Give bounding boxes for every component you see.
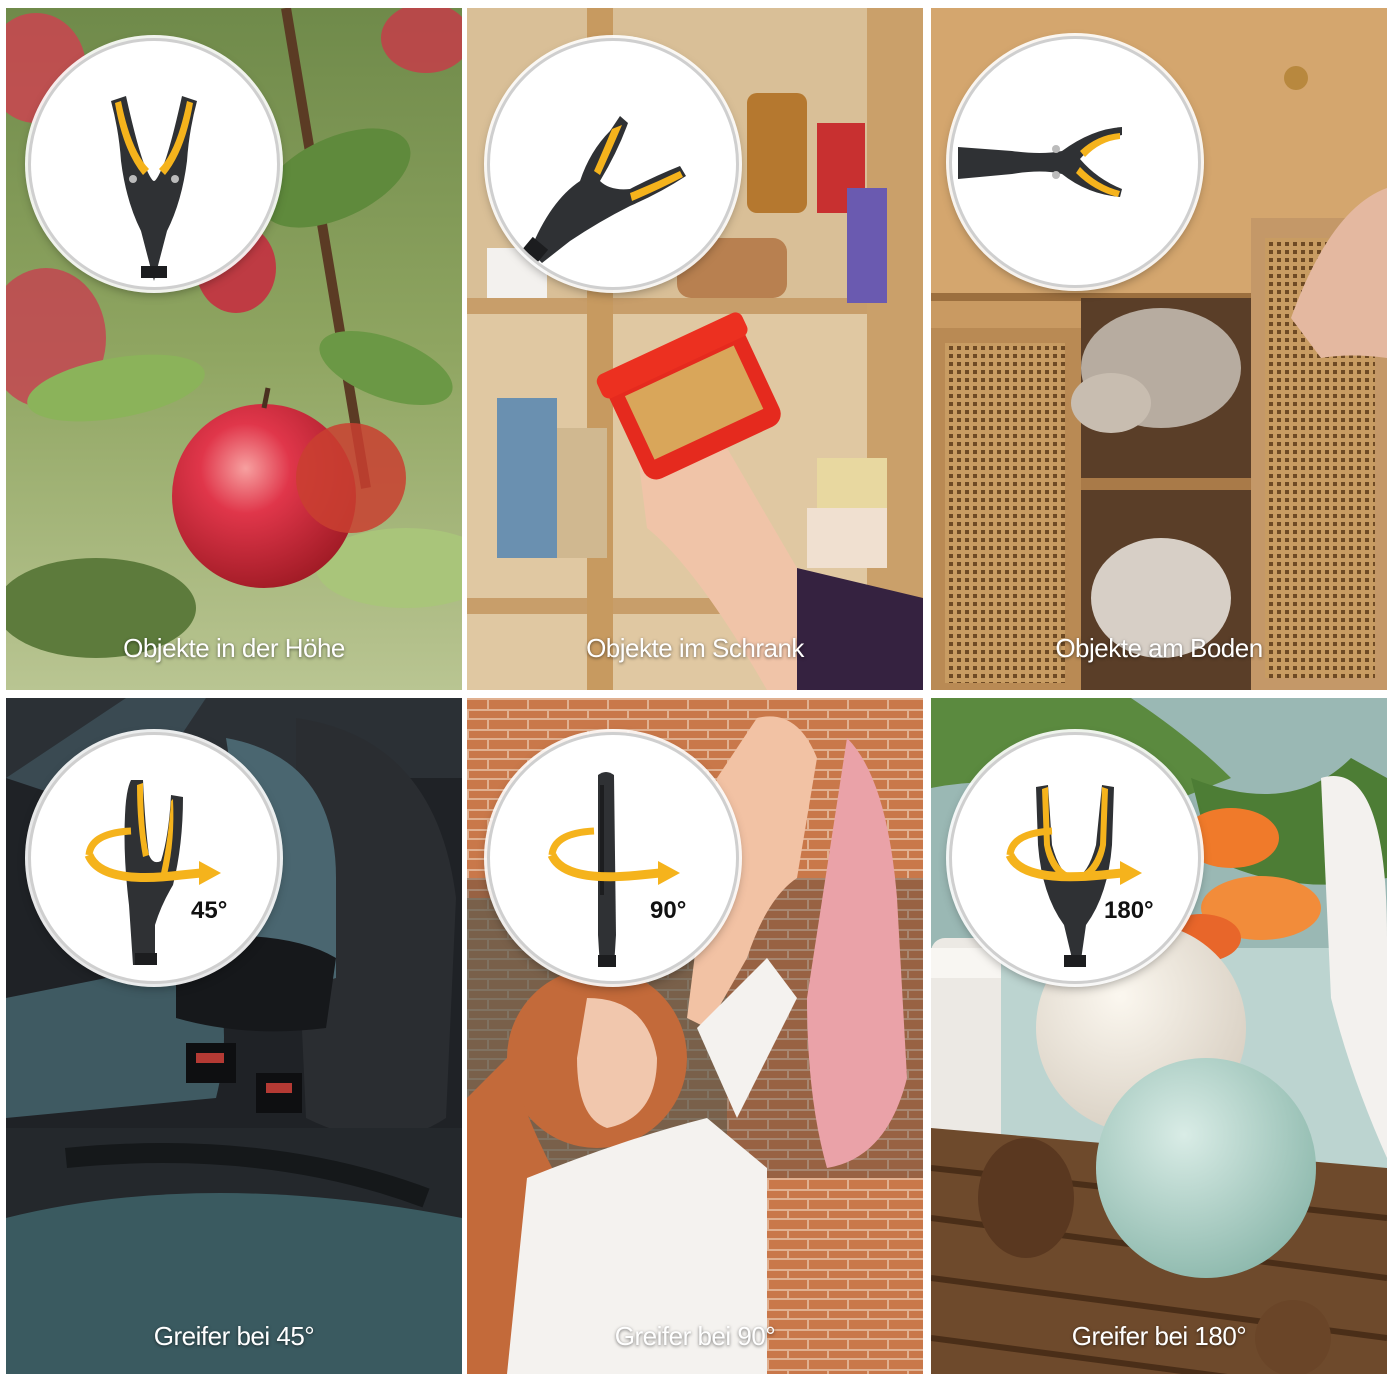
grabber-claw-icon xyxy=(111,96,197,281)
grabber-claw-icon xyxy=(519,116,686,266)
angle-label: 90° xyxy=(650,897,687,924)
caption-objects-cupboard: Objekte im Schrank xyxy=(586,633,804,663)
angle-label: 180° xyxy=(1104,897,1154,924)
caption-grabber-45: Greifer bei 45° xyxy=(153,1321,315,1351)
grabber-closeup xyxy=(949,36,1201,288)
rotation-arrow-icon xyxy=(1005,827,1142,885)
tile-objects-floor: Objekte am Boden xyxy=(931,8,1387,690)
caption-grabber-90: Greifer bei 90° xyxy=(614,1321,776,1351)
grabber-closeup xyxy=(28,38,280,290)
tile-grabber-45: 45° Greifer bei 45° xyxy=(6,698,462,1374)
tile-grabber-90: 90° Greifer bei 90° xyxy=(467,698,923,1374)
caption-grabber-180: Greifer bei 180° xyxy=(1071,1321,1247,1351)
grabber-claw-icon xyxy=(598,772,616,967)
rotation-arrow-icon xyxy=(547,827,680,885)
grabber-closeup xyxy=(487,38,739,290)
caption-objects-floor: Objekte am Boden xyxy=(1055,633,1263,663)
angle-label: 45° xyxy=(191,897,228,924)
tile-objects-high: Objekte in der Höhe xyxy=(6,8,462,690)
grabber-rotation-closeup: 45° xyxy=(28,732,280,984)
grabber-claw-icon xyxy=(958,127,1122,197)
tile-objects-cupboard: Objekte im Schrank xyxy=(467,8,923,690)
tile-grabber-180: 180° Greifer bei 180° xyxy=(931,698,1387,1374)
grabber-rotation-closeup: 90° xyxy=(487,732,739,984)
grabber-rotation-closeup: 180° xyxy=(949,732,1201,984)
caption-objects-high: Objekte in der Höhe xyxy=(123,633,345,663)
rotation-arrow-icon xyxy=(84,827,221,885)
